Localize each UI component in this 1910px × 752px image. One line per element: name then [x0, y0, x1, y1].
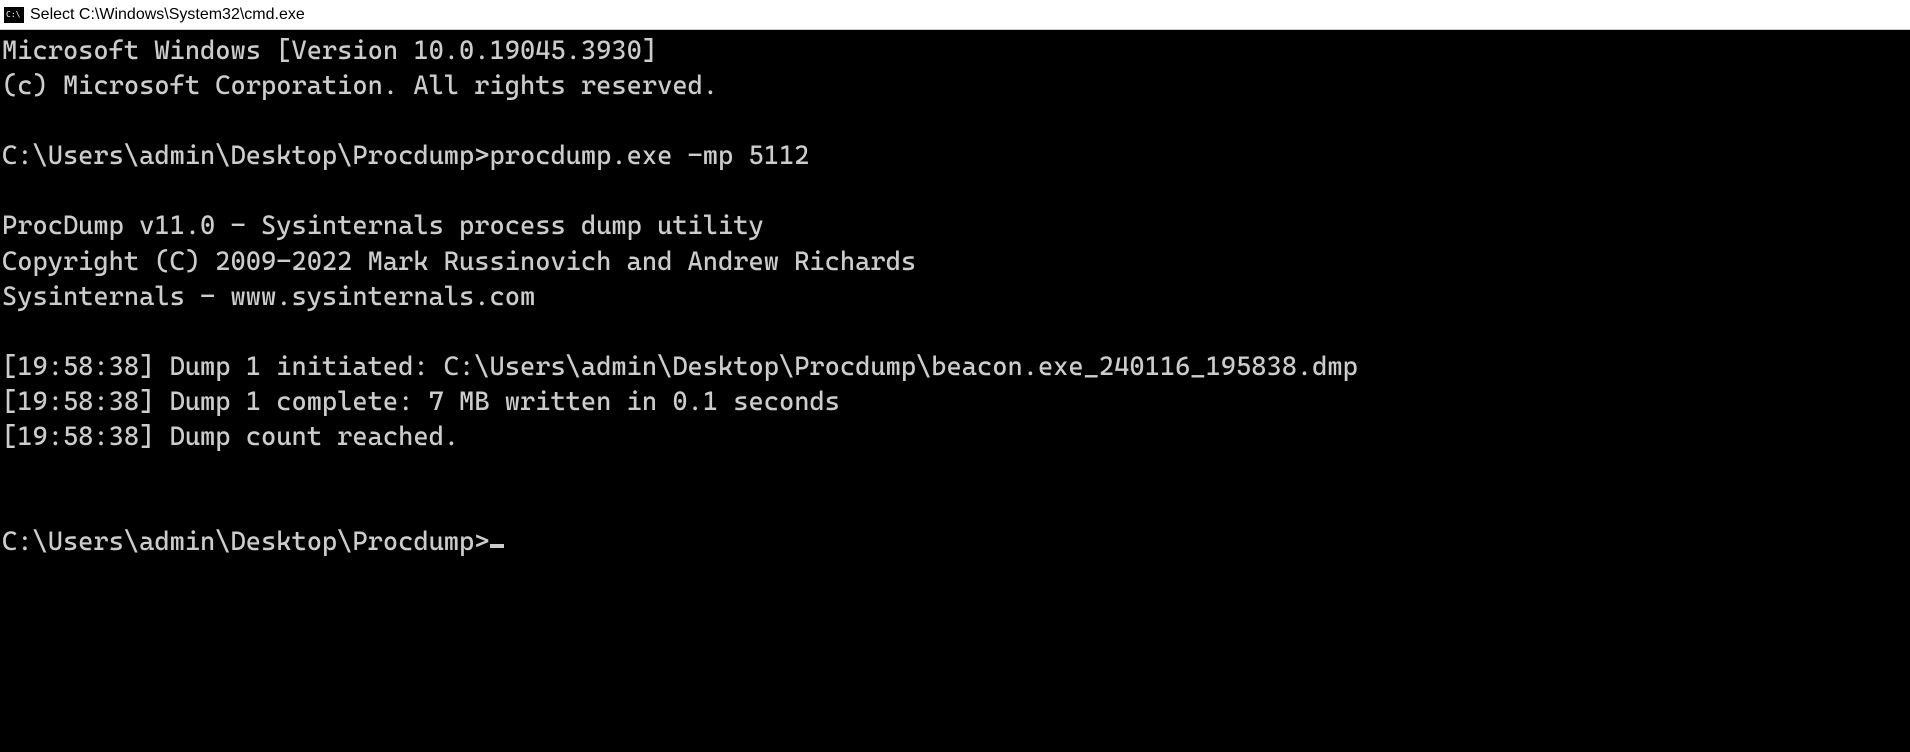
current-prompt: C:\Users\admin\Desktop\Procdump>: [2, 527, 490, 557]
dump-count-line: [19:58:38] Dump count reached.: [2, 422, 459, 452]
dump-initiated-line: [19:58:38] Dump 1 initiated: C:\Users\ad…: [2, 352, 1358, 382]
procdump-copyright-line: Copyright (C) 2009-2022 Mark Russinovich…: [2, 247, 916, 277]
window-titlebar[interactable]: Select C:\Windows\System32\cmd.exe: [0, 0, 1910, 30]
window-title: Select C:\Windows\System32\cmd.exe: [30, 6, 305, 24]
copyright-line: (c) Microsoft Corporation. All rights re…: [2, 71, 718, 101]
procdump-title-line: ProcDump v11.0 - Sysinternals process du…: [2, 211, 764, 241]
cursor: [490, 544, 504, 548]
dump-complete-line: [19:58:38] Dump 1 complete: 7 MB written…: [2, 387, 840, 417]
cmd-icon: [4, 7, 24, 23]
command-prompt-line: C:\Users\admin\Desktop\Procdump>procdump…: [2, 141, 809, 171]
terminal-output[interactable]: Microsoft Windows [Version 10.0.19045.39…: [0, 30, 1910, 564]
version-line: Microsoft Windows [Version 10.0.19045.39…: [2, 36, 657, 66]
sysinternals-url-line: Sysinternals - www.sysinternals.com: [2, 282, 535, 312]
